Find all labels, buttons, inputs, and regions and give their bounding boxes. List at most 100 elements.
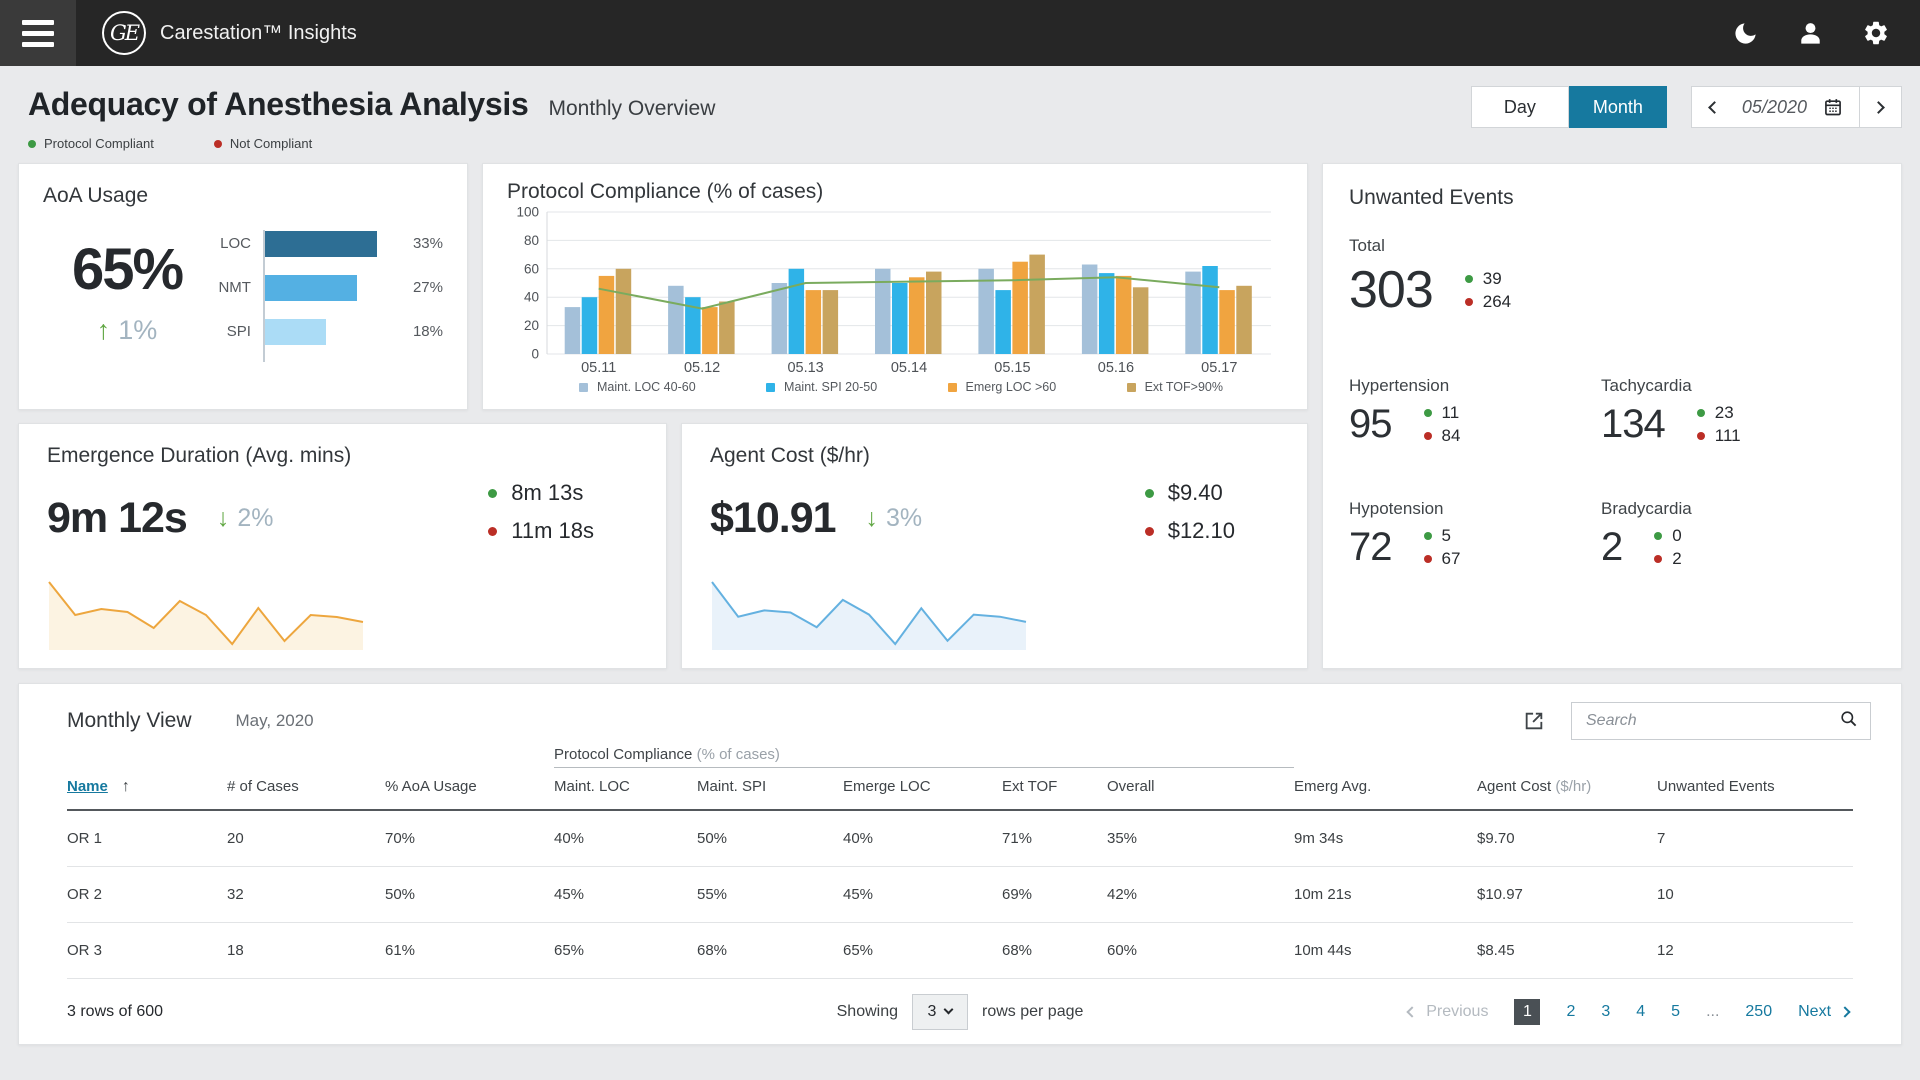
date-value[interactable]: 05/2020 bbox=[1734, 97, 1823, 118]
user-profile-icon[interactable] bbox=[1797, 20, 1824, 47]
aoa-bar-fill bbox=[265, 275, 357, 301]
delta-down-arrow-icon: ↓ bbox=[217, 504, 230, 532]
chart-legend-item: Maint. SPI 20-50 bbox=[766, 380, 877, 394]
compliant-dot-icon bbox=[1697, 409, 1705, 417]
unwanted-metric: Total30339264 bbox=[1349, 236, 1875, 320]
table-cell: 61% bbox=[385, 922, 554, 978]
table-row: OR 12070%40%50%40%71%35%9m 34s$9.707 bbox=[67, 810, 1853, 867]
legend-dot-icon bbox=[214, 140, 222, 148]
aoa-usage-value: 65% bbox=[43, 236, 211, 303]
toggle-day-button[interactable]: Day bbox=[1471, 86, 1569, 128]
aoa-usage-card: AoA Usage 65% ↑1% LOCNMTSPI 33%27%18% bbox=[18, 163, 468, 410]
table-cell: 12 bbox=[1657, 922, 1853, 978]
agent-non-compliant-value: $12.10 bbox=[1145, 518, 1235, 544]
table-cell: 45% bbox=[554, 866, 697, 922]
table-cell: 9m 34s bbox=[1294, 810, 1477, 867]
aoa-bar-value: 18% bbox=[413, 318, 443, 345]
pagination-page-5[interactable]: 5 bbox=[1671, 1003, 1680, 1021]
column-header-unwanted-events[interactable]: Unwanted Events bbox=[1657, 768, 1853, 810]
table-cell: 10m 21s bbox=[1294, 866, 1477, 922]
previous-page-button[interactable]: Previous bbox=[1404, 1003, 1488, 1021]
metric-breakdown: 67 bbox=[1424, 549, 1461, 569]
aoa-bar bbox=[265, 274, 387, 301]
next-month-chevron-icon[interactable] bbox=[1859, 87, 1901, 127]
table-cell: 69% bbox=[1002, 866, 1107, 922]
non-compliant-dot-icon bbox=[1424, 432, 1432, 440]
column-header-ext-tof[interactable]: Ext TOF bbox=[1002, 768, 1107, 810]
table-cell: 65% bbox=[554, 922, 697, 978]
metric-value: 95 bbox=[1349, 402, 1392, 447]
date-picker: 05/2020 bbox=[1691, 86, 1902, 128]
table-row: OR 31861%65%68%65%68%60%10m 44s$8.4512 bbox=[67, 922, 1853, 978]
legend-item: Not Compliant bbox=[214, 136, 312, 151]
chevron-right-icon bbox=[1839, 1006, 1850, 1017]
aoa-bar-value: 27% bbox=[413, 274, 443, 301]
metric-label: Hypotension bbox=[1349, 499, 1601, 519]
legend-item: Protocol Compliant bbox=[28, 136, 154, 151]
table-cell: $10.97 bbox=[1477, 866, 1657, 922]
aoa-bar-label: NMT bbox=[211, 274, 263, 301]
table-cell: 71% bbox=[1002, 810, 1107, 867]
table-cell: 40% bbox=[843, 810, 1002, 867]
emergence-compliant-value: 8m 13s bbox=[488, 480, 594, 506]
metric-value: 72 bbox=[1349, 525, 1392, 570]
compliant-dot-icon bbox=[1145, 489, 1154, 498]
pagination-page-4[interactable]: 4 bbox=[1636, 1003, 1645, 1021]
aoa-bar bbox=[265, 230, 387, 257]
pagination-page-250[interactable]: 250 bbox=[1745, 1003, 1772, 1021]
hamburger-menu-icon[interactable] bbox=[0, 0, 76, 66]
metric-breakdown: 11 bbox=[1424, 403, 1461, 423]
pagination-ellipsis: ... bbox=[1706, 1003, 1719, 1021]
rows-per-page-select[interactable]: 3 bbox=[912, 994, 968, 1030]
aoa-bar-label: SPI bbox=[211, 318, 263, 345]
unwanted-metrics-grid: Hypertension951184Tachycardia13423111Hyp… bbox=[1349, 376, 1875, 572]
svg-text:05.17: 05.17 bbox=[1201, 360, 1237, 376]
compliant-dot-icon bbox=[1424, 409, 1432, 417]
metric-value: 134 bbox=[1601, 402, 1665, 447]
column-header--of-cases[interactable]: # of Cases bbox=[227, 768, 385, 810]
svg-text:05.14: 05.14 bbox=[891, 360, 927, 376]
aoa-delta: ↑1% bbox=[43, 315, 211, 346]
column-header-maint-loc[interactable]: Maint. LOC bbox=[554, 768, 697, 810]
unwanted-metric: Hypertension951184 bbox=[1349, 376, 1601, 449]
emergence-sparkline bbox=[45, 578, 367, 652]
metric-breakdown: 23 bbox=[1697, 403, 1741, 423]
breakdown-value: 264 bbox=[1483, 292, 1511, 312]
column-header-name[interactable]: Name↑ bbox=[67, 768, 227, 810]
previous-month-chevron-icon[interactable] bbox=[1692, 87, 1734, 127]
protocol-compliance-group-header: Protocol Compliance (% of cases) bbox=[554, 746, 1294, 768]
column-header-agent-cost[interactable]: Agent Cost ($/hr) bbox=[1477, 768, 1657, 810]
pagination-page-3[interactable]: 3 bbox=[1601, 1003, 1610, 1021]
table-cell: 50% bbox=[385, 866, 554, 922]
svg-text:05.15: 05.15 bbox=[994, 360, 1030, 376]
column-header-emerg-avg-[interactable]: Emerg Avg. bbox=[1294, 768, 1477, 810]
column-header-overall[interactable]: Overall bbox=[1107, 768, 1294, 810]
column-header-emerge-loc[interactable]: Emerge LOC bbox=[843, 768, 1002, 810]
legend-swatch-icon bbox=[766, 383, 775, 392]
metric-breakdown: 264 bbox=[1465, 292, 1511, 312]
aoa-labels-col: LOCNMTSPI bbox=[211, 230, 263, 362]
pagination-page-1[interactable]: 1 bbox=[1514, 999, 1540, 1025]
search-icon[interactable] bbox=[1839, 709, 1858, 733]
aoa-bar-chart: LOCNMTSPI 33%27%18% bbox=[211, 220, 443, 362]
breakdown-value: 84 bbox=[1442, 426, 1461, 446]
monthly-view-card: Monthly View May, 2020 Protocol Complian… bbox=[18, 683, 1902, 1045]
page-title: Adequacy of Anesthesia Analysis bbox=[28, 86, 529, 123]
next-page-button[interactable]: Next bbox=[1798, 1003, 1853, 1021]
settings-gear-icon[interactable] bbox=[1862, 19, 1890, 47]
metric-label: Total bbox=[1349, 236, 1875, 256]
compliant-dot-icon bbox=[1465, 275, 1473, 283]
table-cell: 65% bbox=[843, 922, 1002, 978]
column-header--aoa-usage[interactable]: % AoA Usage bbox=[385, 768, 554, 810]
search-input[interactable] bbox=[1584, 711, 1839, 731]
pagination-page-2[interactable]: 2 bbox=[1566, 1003, 1575, 1021]
non-compliant-dot-icon bbox=[1424, 555, 1432, 563]
toggle-month-button[interactable]: Month bbox=[1569, 86, 1667, 128]
export-icon[interactable] bbox=[1523, 710, 1545, 732]
column-header-maint-spi[interactable]: Maint. SPI bbox=[697, 768, 843, 810]
calendar-icon[interactable] bbox=[1823, 97, 1859, 117]
app-title: Carestation™ Insights bbox=[160, 22, 357, 45]
unwanted-events-card: Unwanted Events Total30339264 Hypertensi… bbox=[1322, 163, 1902, 669]
table-cell: 68% bbox=[1002, 922, 1107, 978]
dark-mode-moon-icon[interactable] bbox=[1732, 20, 1759, 47]
